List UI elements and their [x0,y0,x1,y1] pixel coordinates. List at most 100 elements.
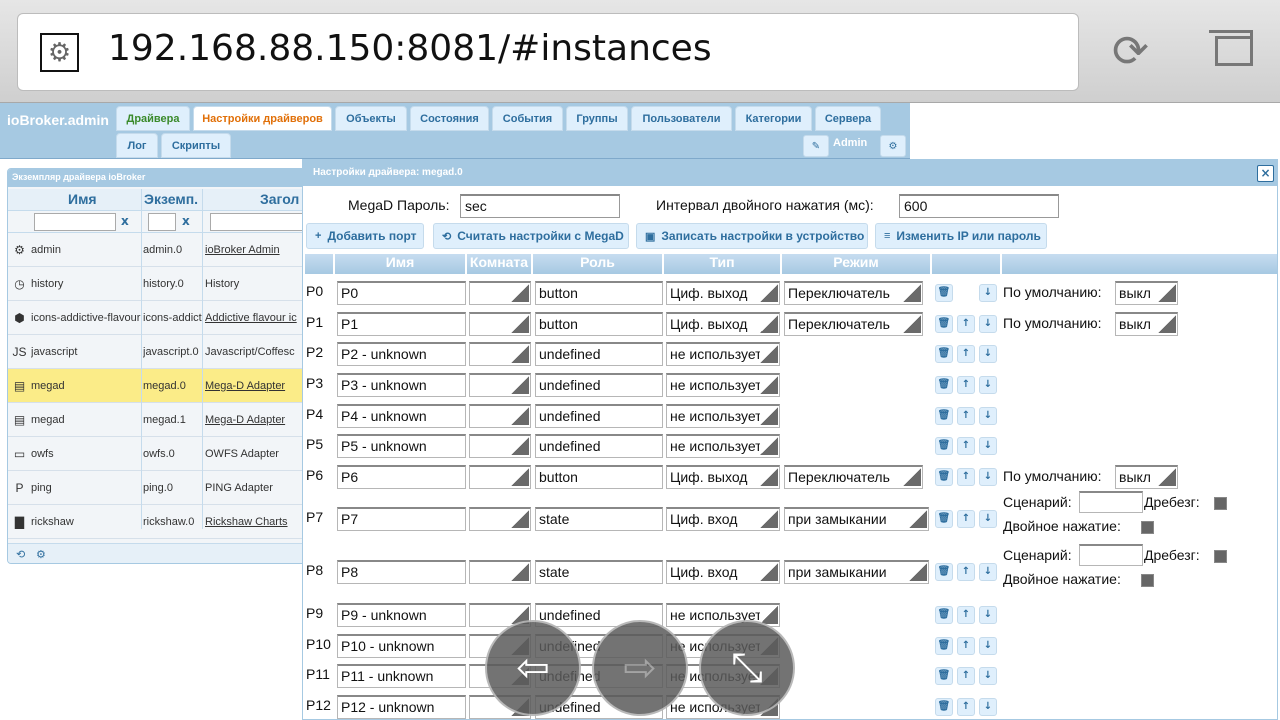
move-up-icon[interactable]: ↑ [957,667,975,685]
move-down-icon[interactable]: ↓ [979,698,997,716]
port-name-input[interactable]: P5 - unknown [337,434,466,458]
double-click-checkbox[interactable] [1141,574,1154,587]
edit-pencil-icon[interactable]: ✎ [803,135,829,157]
type-select[interactable]: не используется [666,434,780,458]
bounce-checkbox[interactable] [1214,550,1227,563]
room-select[interactable] [469,465,531,489]
room-select[interactable] [469,404,531,428]
reload-icon[interactable]: ⟳ [1112,28,1149,76]
role-input[interactable]: state [535,507,663,531]
instance-title[interactable]: Rickshaw Charts [205,516,305,528]
instance-row[interactable]: ▇ rickshaw rickshaw.0 Rickshaw Charts [8,505,306,539]
port-name-input[interactable]: P10 - unknown [337,634,466,658]
role-input[interactable]: button [535,281,663,305]
port-name-input[interactable]: P7 [337,507,466,531]
name-filter-clear[interactable]: x [121,214,129,228]
mode-select[interactable]: Переключатель [784,465,923,489]
mode-select[interactable]: при замыкании [784,560,929,584]
delete-icon[interactable]: 🗑 [935,563,953,581]
room-select[interactable] [469,312,531,336]
collapse-fullscreen-icon[interactable]: ⤡ [699,620,795,716]
delete-icon[interactable]: 🗑 [935,637,953,655]
password-input[interactable]: sec [460,194,620,218]
instance-title[interactable]: Addictive flavour ic [205,312,305,324]
delete-icon[interactable]: 🗑 [935,437,953,455]
tab-events[interactable]: События [492,106,563,131]
delete-icon[interactable]: 🗑 [935,376,953,394]
column-title[interactable]: Загол [260,191,299,207]
type-select[interactable]: Циф. выход [666,465,780,489]
column-instance[interactable]: Экземп. [144,191,198,207]
instance-row[interactable]: JS javascript javascript.0 Javascript/Coffe… [8,335,306,369]
forward-arrow-icon[interactable]: ⇨ [592,620,688,716]
read-settings-button[interactable]: ⟲ Считать настройки с MegaD [433,223,629,249]
type-select[interactable]: не используется [666,404,780,428]
mode-select[interactable]: при замыкании [784,507,929,531]
mode-select[interactable]: Переключатель [784,281,923,305]
room-select[interactable] [469,507,531,531]
move-down-icon[interactable]: ↓ [979,284,997,302]
url-text[interactable]: 192.168.88.150:8081/#instances [108,28,712,69]
address-bar[interactable]: ⚙ 192.168.88.150:8081/#instances [17,13,1079,91]
role-input[interactable]: undefined [535,373,663,397]
move-down-icon[interactable]: ↓ [979,345,997,363]
move-down-icon[interactable]: ↓ [979,468,997,486]
tab-objects[interactable]: Объекты [335,106,407,131]
write-settings-button[interactable]: ▣ Записать настройки в устройство [636,223,868,249]
instance-title[interactable]: Mega-D Adapter [205,414,305,426]
room-select[interactable] [469,373,531,397]
instance-row[interactable]: ▭ owfs owfs.0 OWFS Adapter [8,437,306,471]
move-down-icon[interactable]: ↓ [979,563,997,581]
tab-users[interactable]: Пользователи [631,106,732,131]
instance-row[interactable]: ▤ megad megad.0 Mega-D Adapter [8,369,306,403]
add-port-button[interactable]: + Добавить порт [306,223,424,249]
move-up-icon[interactable]: ↑ [957,510,975,528]
mode-select[interactable]: Переключатель [784,312,923,336]
delete-icon[interactable]: 🗑 [935,698,953,716]
room-select[interactable] [469,434,531,458]
move-down-icon[interactable]: ↓ [979,376,997,394]
port-name-input[interactable]: P3 - unknown [337,373,466,397]
settings-icon[interactable]: ⚙ [36,548,46,561]
column-name[interactable]: Имя [68,191,97,207]
role-input[interactable]: button [535,465,663,489]
tabs-icon[interactable] [1209,30,1257,72]
default-select[interactable]: выкл [1115,312,1178,336]
type-select[interactable]: Циф. выход [666,312,780,336]
port-name-input[interactable]: P2 - unknown [337,342,466,366]
default-select[interactable]: выкл [1115,465,1178,489]
port-name-input[interactable]: P4 - unknown [337,404,466,428]
role-input[interactable]: undefined [535,434,663,458]
delete-icon[interactable]: 🗑 [935,468,953,486]
name-filter-input[interactable] [34,213,116,231]
type-select[interactable]: Циф. вход [666,507,780,531]
move-down-icon[interactable]: ↓ [979,667,997,685]
instance-row[interactable]: ▤ megad megad.1 Mega-D Adapter [8,403,306,437]
move-down-icon[interactable]: ↓ [979,606,997,624]
move-down-icon[interactable]: ↓ [979,637,997,655]
move-down-icon[interactable]: ↓ [979,407,997,425]
tab-states[interactable]: Состояния [410,106,489,131]
scenario-input[interactable] [1079,491,1143,513]
instance-filter-clear[interactable]: x [182,214,190,228]
room-select[interactable] [469,560,531,584]
move-up-icon[interactable]: ↑ [957,563,975,581]
instance-row[interactable]: Pping ping.0 PING Adapter [8,471,306,505]
room-select[interactable] [469,342,531,366]
port-name-input[interactable]: P9 - unknown [337,603,466,627]
instance-title[interactable]: Mega-D Adapter [205,380,305,392]
tab-instances[interactable]: Настройки драйверов [193,106,332,131]
delete-icon[interactable]: 🗑 [935,606,953,624]
port-name-input[interactable]: P6 [337,465,466,489]
delete-icon[interactable]: 🗑 [935,407,953,425]
type-select[interactable]: Циф. выход [666,281,780,305]
port-name-input[interactable]: P1 [337,312,466,336]
double-click-checkbox[interactable] [1141,521,1154,534]
delete-icon[interactable]: 🗑 [935,667,953,685]
instance-title[interactable]: ioBroker Admin [205,244,305,256]
change-ip-button[interactable]: ≡ Изменить IP или пароль [875,223,1047,249]
tab-categories[interactable]: Категории [735,106,812,131]
back-arrow-icon[interactable]: ⇦ [485,620,581,716]
delete-icon[interactable]: 🗑 [935,315,953,333]
tab-groups[interactable]: Группы [566,106,628,131]
